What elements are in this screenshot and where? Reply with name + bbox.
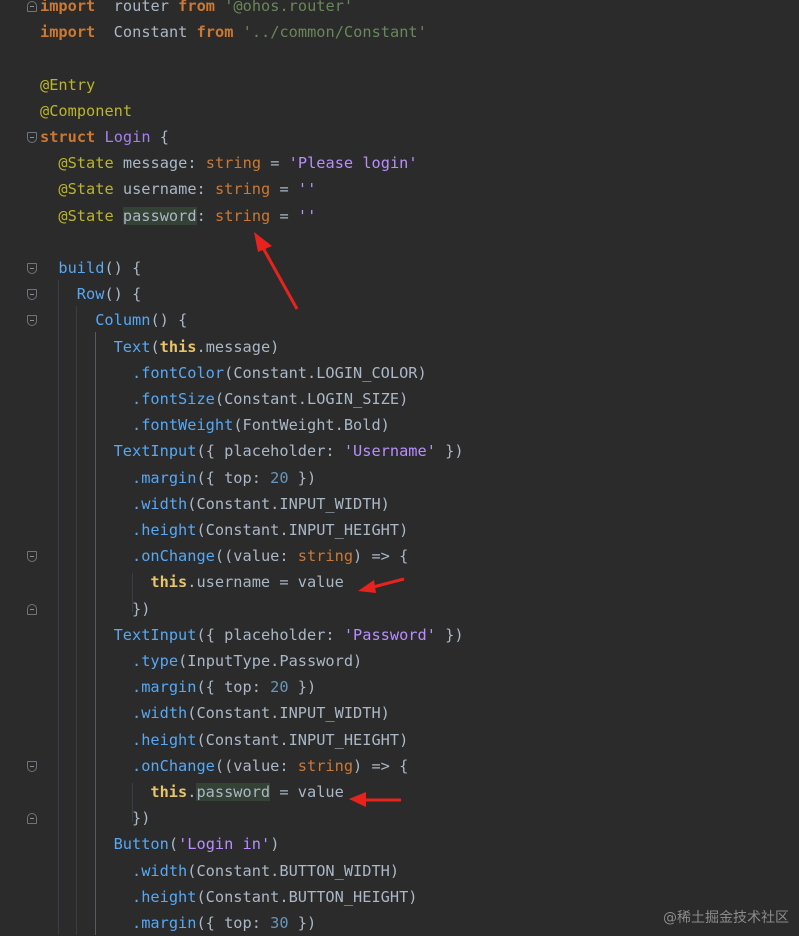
indent-guide [132,573,133,612]
indent-guide [58,280,59,935]
code-editor[interactable]: import router from '@ohos.router' import … [0,0,799,935]
arrow-to-password-state [254,232,299,310]
indent-guide [132,783,133,822]
watermark: @稀土掘金技术社区 [663,910,789,926]
indent-guide [76,306,77,935]
arrow-to-username-assign [358,577,405,593]
arrow-to-password-assign [349,792,401,807]
annotation-arrows [254,232,405,807]
indent-guide [95,332,96,935]
